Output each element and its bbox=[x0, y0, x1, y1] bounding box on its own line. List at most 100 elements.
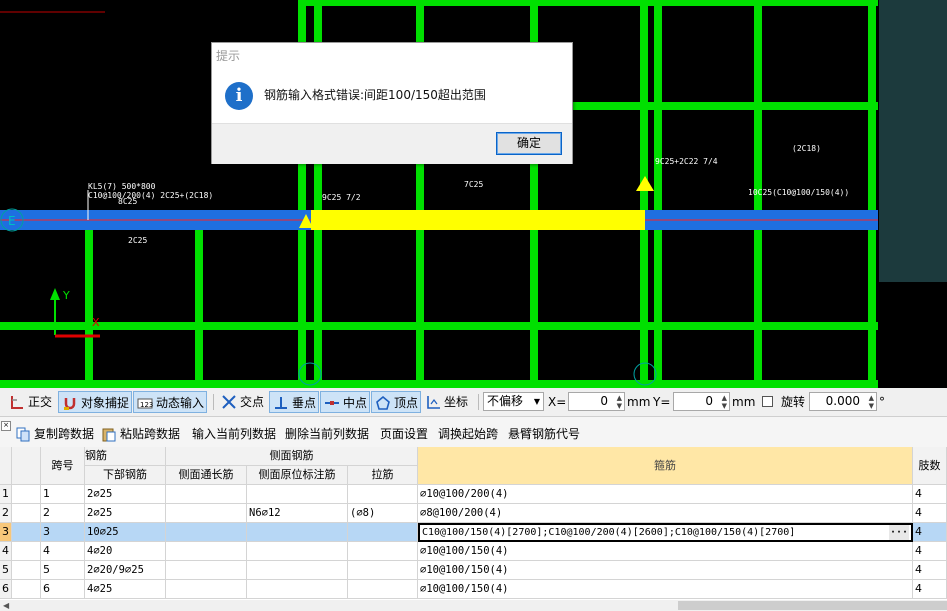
cantilever-code-button[interactable]: 悬臂钢筋代号 bbox=[508, 425, 580, 442]
span-no-cell[interactable]: 1 bbox=[41, 485, 85, 504]
row-number-text: 2 bbox=[2, 506, 9, 519]
side-through-cell[interactable] bbox=[166, 504, 247, 523]
side-in-situ-cell[interactable] bbox=[247, 485, 348, 504]
beam-label-5: 9C25 7/2 bbox=[322, 193, 361, 202]
row-number: 3 bbox=[0, 523, 12, 542]
stirrup-cell[interactable]: ⌀10@100/150(4) bbox=[418, 542, 913, 561]
bottom-rebar-cell[interactable]: 4⌀25 bbox=[85, 580, 166, 599]
copy-span-button[interactable]: 复制跨数据 bbox=[15, 425, 94, 442]
rotate-checkbox[interactable] bbox=[762, 396, 773, 407]
ortho-toggle[interactable]: 正交 bbox=[6, 391, 52, 413]
side-in-situ-cell[interactable] bbox=[247, 523, 348, 542]
input-column-button[interactable]: 输入当前列数据 bbox=[192, 425, 276, 442]
close-icon[interactable]: × bbox=[1, 421, 11, 431]
side-in-situ-cell[interactable] bbox=[247, 580, 348, 599]
midpoint-label: 中点 bbox=[343, 396, 368, 410]
ok-button[interactable]: 确定 bbox=[496, 132, 562, 155]
side-through-cell[interactable] bbox=[166, 580, 247, 599]
beam-label-7: 9C25+2C22 7/4 bbox=[655, 157, 718, 166]
beam-label-3: 8C25 bbox=[118, 197, 137, 206]
legs-cell[interactable]: 4 bbox=[913, 542, 947, 561]
stirrup-cell[interactable]: ⌀10@100/150(4) bbox=[418, 561, 913, 580]
header-side-through: 侧面通长筋 bbox=[166, 466, 247, 485]
row-marker[interactable] bbox=[12, 523, 41, 542]
selected-span[interactable] bbox=[311, 210, 645, 230]
tie-cell[interactable] bbox=[348, 485, 418, 504]
cad-canvas[interactable]: E Y X KL5(7) 500*800 C10@100/200(4) 2C25… bbox=[0, 0, 947, 388]
rotate-input[interactable]: 0.000 ▲ ▼ bbox=[809, 392, 877, 411]
coordinate-snap[interactable]: 坐标 bbox=[422, 391, 468, 413]
side-through-cell[interactable] bbox=[166, 523, 247, 542]
separator-2 bbox=[478, 394, 479, 410]
bottom-rebar-cell[interactable]: 2⌀25 bbox=[85, 485, 166, 504]
span-no-cell[interactable]: 5 bbox=[41, 561, 85, 580]
midpoint-snap[interactable]: 中点 bbox=[320, 391, 370, 413]
scroll-left-icon[interactable]: ◀ bbox=[3, 601, 9, 610]
mm-unit-2: mm bbox=[732, 395, 756, 409]
delete-column-button[interactable]: 删除当前列数据 bbox=[285, 425, 369, 442]
span-table[interactable]: 跨号 钢筋 下部钢筋 侧面钢筋 侧面通长筋 侧面原位标注筋 拉筋 箍筋 肢数 1… bbox=[0, 447, 947, 611]
bottom-rebar-cell[interactable]: 2⌀20/9⌀25 bbox=[85, 561, 166, 580]
page-setup-button[interactable]: 页面设置 bbox=[380, 425, 428, 442]
copy-icon bbox=[16, 427, 30, 442]
side-through-cell[interactable] bbox=[166, 561, 247, 580]
stirrup-cell[interactable]: ⌀10@100/200(4) bbox=[418, 485, 913, 504]
legs-cell[interactable]: 4 bbox=[913, 561, 947, 580]
bottom-rebar-cell-text: 10⌀25 bbox=[87, 526, 119, 538]
scrollbar-thumb[interactable] bbox=[678, 601, 947, 610]
span-no-cell[interactable]: 3 bbox=[41, 523, 85, 542]
beam-label-8: (2C18) bbox=[792, 144, 821, 153]
side-in-situ-cell[interactable]: N6⌀12 bbox=[247, 504, 348, 523]
vertex-snap[interactable]: 顶点 bbox=[371, 391, 421, 413]
legs-cell[interactable]: 4 bbox=[913, 504, 947, 523]
row-number-text: 3 bbox=[2, 525, 9, 538]
tie-cell[interactable] bbox=[348, 561, 418, 580]
side-through-cell[interactable] bbox=[166, 542, 247, 561]
ellipsis-button[interactable]: ··· bbox=[888, 525, 909, 540]
row-marker[interactable] bbox=[12, 542, 41, 561]
row-marker[interactable] bbox=[12, 561, 41, 580]
tie-cell[interactable] bbox=[348, 523, 418, 542]
span-no-cell[interactable]: 6 bbox=[41, 580, 85, 599]
perpendicular-snap[interactable]: 垂点 bbox=[269, 391, 319, 413]
row-marker[interactable] bbox=[12, 504, 41, 523]
span-no-cell[interactable]: 2 bbox=[41, 504, 85, 523]
ortho-icon bbox=[11, 396, 23, 409]
x-value: 0 bbox=[600, 394, 608, 408]
object-snap-toggle[interactable]: 对象捕捉 bbox=[58, 391, 132, 413]
horizontal-scrollbar[interactable]: ◀ bbox=[0, 600, 947, 611]
swap-start-span-button[interactable]: 调换起始跨 bbox=[438, 425, 498, 442]
legs-cell[interactable]: 4 bbox=[913, 523, 947, 542]
stirrup-cell[interactable]: ⌀10@100/150(4) bbox=[418, 580, 913, 599]
side-in-situ-cell[interactable] bbox=[247, 561, 348, 580]
row-marker[interactable] bbox=[12, 580, 41, 599]
tie-cell[interactable] bbox=[348, 580, 418, 599]
side-panel bbox=[879, 0, 947, 282]
bottom-rebar-cell[interactable]: 2⌀25 bbox=[85, 504, 166, 523]
span-no-cell[interactable]: 4 bbox=[41, 542, 85, 561]
y-spinner-icon[interactable]: ▲ ▼ bbox=[722, 394, 727, 410]
bottom-rebar-cell[interactable]: 4⌀20 bbox=[85, 542, 166, 561]
intersection-label: 交点 bbox=[240, 395, 265, 409]
message-dialog[interactable]: 提示 i 钢筋输入格式错误:间距100/150超出范围 确定 bbox=[211, 42, 573, 164]
offset-mode-select[interactable]: 不偏移 ▼ bbox=[483, 392, 544, 411]
x-spinner-icon[interactable]: ▲ ▼ bbox=[617, 394, 622, 410]
stirrup-cell[interactable]: ⌀8@100/200(4) bbox=[418, 504, 913, 523]
legs-cell[interactable]: 4 bbox=[913, 485, 947, 504]
dynamic-input-toggle[interactable]: 123 动态输入 bbox=[133, 391, 207, 413]
tie-cell[interactable] bbox=[348, 542, 418, 561]
paste-span-button[interactable]: 粘贴跨数据 bbox=[101, 425, 180, 442]
y-input[interactable]: 0 ▲ ▼ bbox=[673, 392, 730, 411]
side-through-cell[interactable] bbox=[166, 485, 247, 504]
side-in-situ-cell[interactable] bbox=[247, 542, 348, 561]
tie-cell[interactable]: (⌀8) bbox=[348, 504, 418, 523]
rotate-spinner-icon[interactable]: ▲ ▼ bbox=[869, 394, 874, 410]
object-snap-label: 对象捕捉 bbox=[81, 396, 130, 410]
row-marker[interactable] bbox=[12, 485, 41, 504]
intersection-snap[interactable]: 交点 bbox=[218, 391, 264, 413]
legs-cell[interactable]: 4 bbox=[913, 580, 947, 599]
bottom-rebar-cell[interactable]: 10⌀25 bbox=[85, 523, 166, 542]
stirrup-cell[interactable]: C10@100/150(4)[2700];C10@100/200(4)[2600… bbox=[418, 523, 913, 542]
paste-icon bbox=[102, 428, 116, 442]
x-input[interactable]: 0 ▲ ▼ bbox=[568, 392, 625, 411]
